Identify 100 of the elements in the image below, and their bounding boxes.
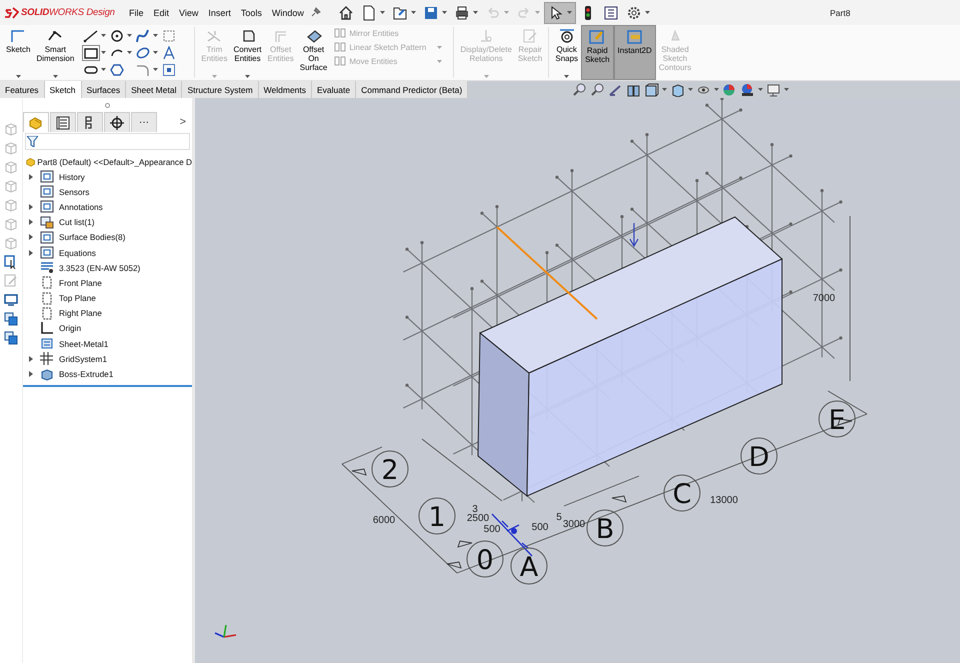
tree-item[interactable]: Annotations [29, 199, 103, 215]
display-style-view-button[interactable] [670, 82, 694, 96]
dimension-label[interactable]: 500 [532, 522, 548, 533]
grid-bubble[interactable]: 2 [372, 450, 408, 488]
scene-view-button[interactable] [740, 82, 764, 96]
ellipse-tool-button[interactable] [135, 45, 160, 60]
copy-tool-button[interactable] [4, 331, 18, 346]
tree-item[interactable]: 3.3523 (EN-AW 5052) [29, 260, 140, 276]
zoom-area-view-button[interactable] [590, 82, 606, 96]
select-icon [4, 255, 18, 269]
menu-item[interactable]: Tools [236, 6, 266, 20]
command-tab[interactable]: Sketch [44, 81, 82, 98]
settings-view-button[interactable] [766, 82, 790, 96]
expand-arrow-icon[interactable] [29, 356, 33, 362]
tree-item[interactable]: Right Plane [29, 306, 102, 321]
select-button[interactable] [544, 2, 576, 24]
grid-icon [40, 352, 54, 366]
document-icon [360, 4, 377, 20]
line-tool-button[interactable] [83, 28, 108, 43]
monitor-tool-button[interactable] [4, 293, 18, 308]
menu-item[interactable]: File [125, 6, 148, 20]
command-button[interactable]: Rapid Sketch [581, 25, 614, 80]
pin-icon[interactable] [310, 7, 321, 18]
dimension-label[interactable]: 13000 [710, 495, 738, 506]
selected-edge-line[interactable] [496, 226, 598, 320]
pencil-icon [588, 29, 606, 45]
expand-arrow-icon[interactable] [29, 204, 33, 210]
splitter-handle-icon[interactable] [105, 102, 110, 108]
grid-bubble[interactable]: C [664, 474, 700, 512]
copy-tool-button[interactable] [4, 312, 18, 327]
caret-icon [472, 11, 478, 14]
command-button[interactable]: Convert Entities [230, 25, 265, 80]
menu-item[interactable]: Window [268, 6, 308, 20]
command-button[interactable]: Offset On Surface [296, 25, 330, 80]
section-view-button[interactable] [626, 82, 642, 96]
tree-item[interactable]: History [29, 169, 85, 184]
tree-item[interactable]: Surface Bodies(8) [29, 230, 126, 245]
target-tab[interactable] [104, 112, 130, 132]
rectangle-tool-button[interactable] [83, 45, 108, 60]
tree-item[interactable]: GridSystem1 [29, 351, 107, 366]
expand-arrow-icon[interactable] [29, 219, 33, 226]
monitor-icon [766, 82, 782, 96]
expand-panel-button[interactable]: > [180, 112, 186, 132]
grid-bubble[interactable]: A [510, 548, 548, 584]
list-icon [602, 4, 619, 20]
tree-item[interactable]: Part8 (Default) <<Default>_Appearance D [37, 156, 192, 166]
rollback-bar[interactable] [23, 384, 192, 387]
folder-icon [40, 200, 54, 214]
property-tab[interactable] [50, 112, 76, 132]
tree-item[interactable]: Top Plane [29, 290, 96, 306]
cube-icon [4, 122, 18, 136]
dimension-label[interactable]: 2500 [466, 513, 490, 524]
cube-icon [4, 179, 18, 193]
expand-arrow-icon[interactable] [29, 250, 33, 256]
block-icon [40, 368, 54, 381]
select-tool-button[interactable] [4, 255, 18, 270]
dimension-label[interactable]: 500 [484, 524, 500, 535]
tree-item[interactable]: Sensors [29, 184, 90, 200]
plane-icon [161, 28, 178, 42]
command-button[interactable]: Quick Snaps [552, 25, 582, 80]
caret-icon [153, 51, 158, 54]
dimension-label[interactable]: 5 [556, 512, 562, 523]
orientation-view-button[interactable] [644, 82, 668, 96]
scene-icon [740, 82, 756, 96]
grid-bubble[interactable]: B [586, 510, 624, 546]
configuration-tab[interactable] [77, 112, 103, 132]
monitor-icon [4, 293, 18, 307]
grid-bubble[interactable]: 1 [418, 498, 456, 534]
material-icon [40, 261, 54, 274]
tree-item[interactable]: Cut list(1) [29, 214, 94, 230]
dimension-label[interactable]: 3 [472, 504, 478, 515]
command-button[interactable]: Instant2D [614, 25, 656, 80]
zoom-fit-view-button[interactable] [572, 82, 588, 96]
expand-arrow-icon[interactable] [29, 174, 33, 180]
tree-item[interactable]: Front Plane [29, 275, 102, 290]
tree-item[interactable]: Origin [29, 320, 82, 336]
repair-icon [4, 274, 18, 288]
dimension-label[interactable]: 6000 [372, 515, 396, 526]
spline-tool-button[interactable] [135, 28, 160, 43]
previous-view-button[interactable] [608, 82, 624, 96]
filter-field[interactable] [25, 133, 190, 150]
command-button[interactable]: Sketch [3, 25, 34, 80]
logo-icon [5, 6, 19, 18]
surface-icon [304, 28, 323, 44]
more-tab[interactable]: ··· [131, 112, 157, 132]
circle-tool-button[interactable] [109, 28, 134, 43]
menu-item[interactable]: Edit [150, 6, 174, 20]
command-button[interactable]: Smart Dimension [33, 25, 78, 80]
dimension-label[interactable]: 7000 [812, 293, 836, 304]
tree-item[interactable]: Boss-Extrude1 [29, 366, 114, 382]
appearance-view-button[interactable] [722, 82, 738, 96]
menu-item[interactable]: View [175, 6, 202, 20]
expand-arrow-icon[interactable] [29, 371, 33, 378]
target-icon [558, 28, 576, 44]
document-title: Part8 [830, 8, 852, 18]
pattern-icon [334, 42, 346, 52]
tree-item[interactable]: Equations [29, 244, 96, 260]
expand-arrow-icon[interactable] [29, 234, 33, 240]
tree-item[interactable]: Sheet-Metal1 [29, 336, 108, 352]
menu-item[interactable]: Insert [204, 6, 235, 20]
